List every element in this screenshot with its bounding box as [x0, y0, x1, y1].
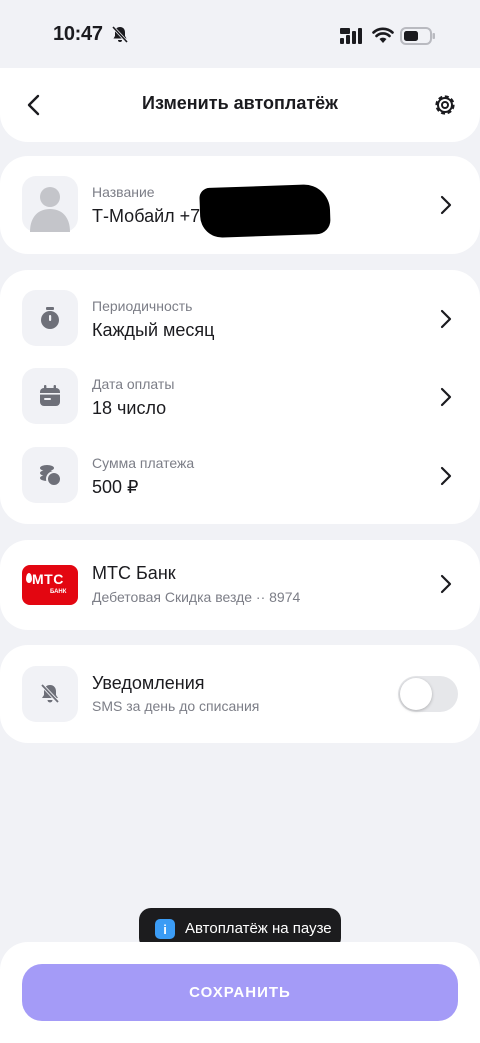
bell-off-icon: [40, 683, 60, 704]
page-title: Изменить автоплатёж: [142, 93, 338, 113]
date-value: 18 число: [92, 398, 167, 418]
info-icon: i: [155, 919, 175, 939]
amount-row[interactable]: Сумма платежа 500 ₽: [0, 447, 480, 507]
toggle-knob: [400, 678, 432, 710]
gear-icon[interactable]: [432, 92, 458, 118]
notifications-toggle[interactable]: [398, 676, 458, 712]
bank-card-info: Дебетовая Скидка везде ·· 8974: [92, 589, 301, 605]
stopwatch-icon: [41, 307, 59, 329]
notifications-icon-tile: [22, 666, 78, 722]
date-row[interactable]: Дата оплаты 18 число: [0, 368, 480, 428]
amount-label: Сумма платежа: [92, 455, 195, 471]
amount-value: 500 ₽: [92, 477, 139, 497]
period-label: Периодичность: [92, 298, 193, 314]
cellular-signal-icon: [340, 28, 362, 44]
date-icon-tile: [22, 368, 78, 424]
redaction-mark: [199, 183, 331, 239]
chevron-right-icon: [440, 195, 452, 215]
avatar: [22, 176, 78, 232]
status-bar: 10:47: [0, 0, 480, 68]
chevron-right-icon: [440, 466, 452, 486]
period-value: Каждый месяц: [92, 320, 215, 340]
notifications-title: Уведомления: [92, 673, 205, 693]
status-time: 10:47: [53, 23, 103, 45]
amount-icon-tile: [22, 447, 78, 503]
chevron-right-icon: [440, 309, 452, 329]
bank-name: МТС Банк: [92, 563, 176, 583]
page-header: Изменить автоплатёж: [0, 68, 480, 142]
period-row[interactable]: Периодичность Каждый месяц: [0, 290, 480, 350]
date-label: Дата оплаты: [92, 376, 175, 392]
wifi-icon: [372, 27, 394, 43]
toast-text: Автоплатёж на паузе: [185, 920, 332, 937]
period-icon-tile: [22, 290, 78, 346]
bank-row[interactable]: МТС Банк Дебетовая Скидка везде ·· 8974: [0, 556, 480, 616]
battery-icon: [400, 27, 435, 45]
bottom-panel: СОХРАНИТЬ: [0, 942, 480, 1043]
coins-icon: [40, 465, 62, 487]
notifications-subtitle: SMS за день до списания: [92, 698, 260, 714]
chevron-right-icon: [440, 387, 452, 407]
chevron-right-icon: [440, 574, 452, 594]
user-avatar-icon: [30, 187, 70, 232]
save-button[interactable]: СОХРАНИТЬ: [22, 964, 458, 1021]
payee-label: Название: [92, 184, 155, 200]
calendar-icon: [40, 385, 60, 406]
silent-mode-icon: [112, 26, 128, 44]
payee-value: Т-Мобайл +7 9: [92, 206, 216, 226]
